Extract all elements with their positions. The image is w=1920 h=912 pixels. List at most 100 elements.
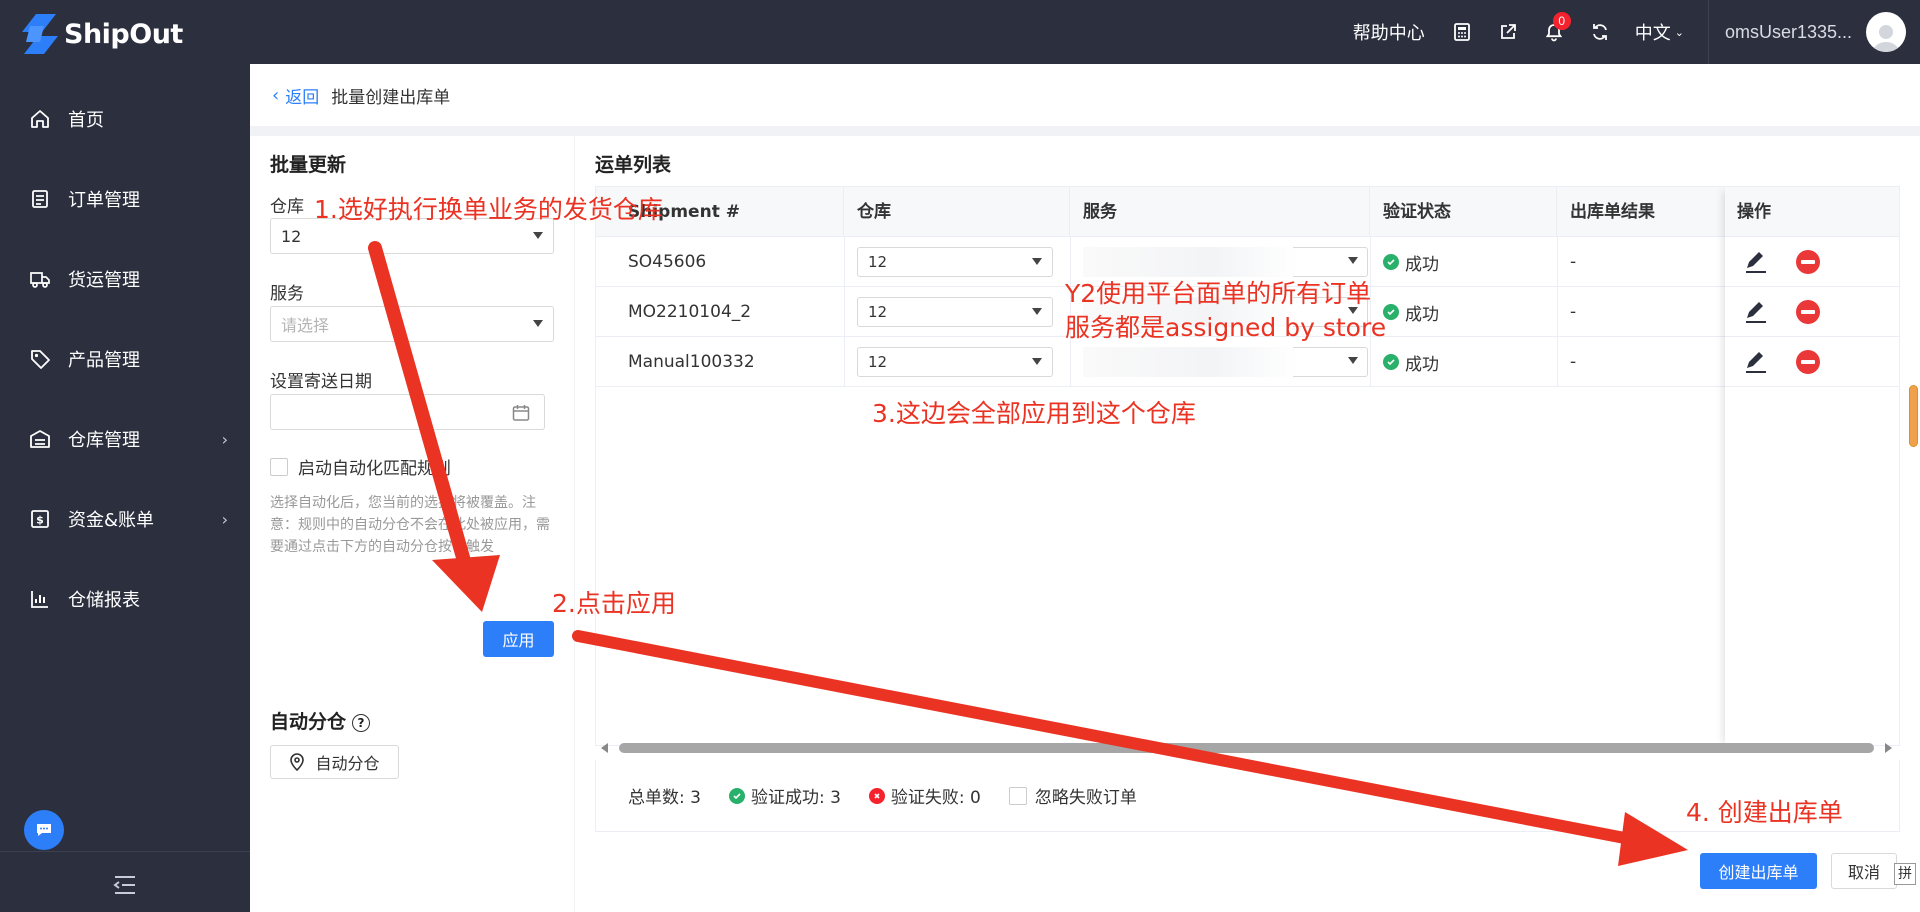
- auto-assign-button[interactable]: 自动分仓: [270, 745, 399, 779]
- sidebar-item-reports[interactable]: 仓储报表: [0, 571, 250, 627]
- row-service-select[interactable]: [1083, 347, 1368, 377]
- row-warehouse-select[interactable]: 12: [857, 297, 1053, 327]
- warehouse-select-value: 12: [281, 226, 302, 246]
- edit-icon[interactable]: [1743, 300, 1769, 324]
- ship-date-picker[interactable]: [270, 394, 545, 430]
- annotation-note-line1: Y2使用平台面单的所有订单: [1065, 279, 1372, 308]
- chart-icon: [28, 587, 52, 611]
- service-select[interactable]: 请选择: [270, 306, 554, 342]
- edit-icon[interactable]: [1743, 350, 1769, 374]
- logo-text: ShipOut: [64, 18, 183, 50]
- validation-status-text: 成功: [1405, 254, 1439, 275]
- caret-down-icon: [533, 320, 543, 327]
- export-icon[interactable]: [1497, 21, 1519, 43]
- collapse-sidebar-icon[interactable]: [111, 873, 139, 897]
- row-warehouse-select[interactable]: 12: [857, 247, 1053, 277]
- cancel-button[interactable]: 取消: [1831, 853, 1897, 889]
- sidebar-item-home[interactable]: 首页: [0, 91, 250, 147]
- remove-icon[interactable]: [1796, 300, 1820, 324]
- svg-text:$: $: [36, 514, 44, 527]
- annotation-note-line2: 服务都是assigned by store: [1065, 313, 1387, 342]
- error-x-icon: [868, 787, 885, 804]
- success-check-icon: [1383, 254, 1399, 270]
- outbound-result: -: [1570, 352, 1577, 372]
- edit-icon[interactable]: [1743, 250, 1769, 274]
- caret-down-icon: [533, 232, 543, 239]
- sidebar-item-label: 产品管理: [68, 350, 140, 371]
- chat-button[interactable]: [24, 810, 64, 850]
- order-icon: [28, 187, 52, 211]
- auto-rule-label: 启动自动化匹配规则: [298, 459, 451, 479]
- ignore-failed-row[interactable]: 忽略失败订单: [1008, 783, 1137, 808]
- scroll-right-arrow-icon[interactable]: [1885, 743, 1892, 753]
- sidebar-item-label: 订单管理: [68, 190, 140, 211]
- caret-down-icon: [1348, 257, 1358, 264]
- shipment-list-title: 运单列表: [595, 154, 672, 176]
- batch-update-title: 批量更新: [270, 154, 347, 176]
- horizontal-scrollbar[interactable]: [599, 741, 1894, 755]
- bell-icon[interactable]: 0: [1543, 12, 1571, 43]
- back-link[interactable]: ‹ 返回: [272, 83, 319, 108]
- create-outbound-button[interactable]: 创建出库单: [1700, 853, 1817, 889]
- row-actions: [1725, 237, 1899, 287]
- avatar[interactable]: [1866, 12, 1906, 52]
- caret-down-icon: [1032, 308, 1042, 315]
- language-switcher[interactable]: 中文 ⌄: [1635, 19, 1684, 45]
- finance-icon: $: [28, 507, 52, 531]
- row-warehouse-value: 12: [868, 303, 888, 321]
- remove-icon[interactable]: [1796, 350, 1820, 374]
- sidebar-item-label: 仓库管理: [68, 430, 140, 451]
- auto-assign-title: 自动分仓?: [270, 707, 371, 734]
- help-center-link[interactable]: 帮助中心: [1353, 19, 1425, 45]
- warehouse-label: 仓库: [270, 197, 304, 217]
- shipout-logo[interactable]: ShipOut: [22, 14, 183, 54]
- back-label: 返回: [285, 87, 320, 108]
- shipment-id: Manual100332: [628, 352, 755, 372]
- outbound-result: -: [1570, 302, 1577, 322]
- validation-status-text: 成功: [1405, 304, 1439, 325]
- remove-icon[interactable]: [1796, 250, 1820, 274]
- sidebar-item-products[interactable]: 产品管理: [0, 331, 250, 387]
- page-title: 批量创建出库单: [331, 87, 451, 108]
- calendar-icon: [512, 405, 530, 421]
- sidebar-item-orders[interactable]: 订单管理: [0, 171, 250, 227]
- annotation-step4: 4. 创建出库单: [1686, 798, 1843, 827]
- sidebar-item-finance[interactable]: $ 资金&账单 ›: [0, 491, 250, 547]
- help-icon[interactable]: ?: [352, 713, 371, 732]
- total-count: 总单数: 3: [628, 788, 701, 808]
- chevron-right-icon: ›: [221, 429, 228, 449]
- scrollbar-thumb[interactable]: [619, 743, 1874, 753]
- chevron-left-icon: ‹: [272, 84, 280, 106]
- auto-rule-checkbox-row[interactable]: 启动自动化匹配规则: [270, 454, 451, 479]
- calculator-icon[interactable]: [1451, 21, 1473, 43]
- row-warehouse-select[interactable]: 12: [857, 347, 1053, 377]
- redacted-value: [1083, 247, 1298, 277]
- shipment-id: MO2210104_2: [628, 302, 752, 322]
- sidebar-item-label: 首页: [68, 110, 104, 131]
- notification-badge: 0: [1552, 12, 1571, 30]
- caret-down-icon: [1348, 357, 1358, 364]
- row-actions: [1725, 287, 1899, 337]
- shipment-table: Shipment # 仓库 服务 验证状态 出库单结果 SO45606 12 成…: [595, 186, 1900, 746]
- username[interactable]: omsUser1335...: [1725, 22, 1852, 43]
- auto-assign-button-label: 自动分仓: [315, 754, 380, 773]
- auto-rule-checkbox[interactable]: [270, 457, 288, 476]
- sidebar-item-warehouse[interactable]: 仓库管理 ›: [0, 411, 250, 467]
- sidebar-item-shipping[interactable]: 货运管理: [0, 251, 250, 307]
- failed-count-text: 验证失败: 0: [890, 788, 981, 808]
- shipment-id: SO45606: [628, 252, 707, 272]
- ignore-failed-checkbox[interactable]: [1008, 786, 1027, 805]
- failed-count: 验证失败: 0: [868, 783, 981, 808]
- apply-button[interactable]: 应用: [483, 621, 554, 657]
- ignore-failed-label: 忽略失败订单: [1034, 788, 1137, 808]
- annotation-step1: 1.选好执行换单业务的发货仓库: [314, 195, 663, 224]
- row-actions: [1725, 337, 1899, 387]
- vertical-scrollbar-thumb[interactable]: [1909, 385, 1918, 447]
- column-header-service: 服务: [1070, 187, 1370, 237]
- operations-column: 操作: [1725, 187, 1899, 745]
- scroll-left-arrow-icon[interactable]: [601, 743, 608, 753]
- row-service-select[interactable]: [1083, 247, 1368, 277]
- warehouse-icon: [28, 427, 52, 451]
- refresh-icon[interactable]: [1589, 21, 1611, 43]
- caret-down-icon: [1032, 358, 1042, 365]
